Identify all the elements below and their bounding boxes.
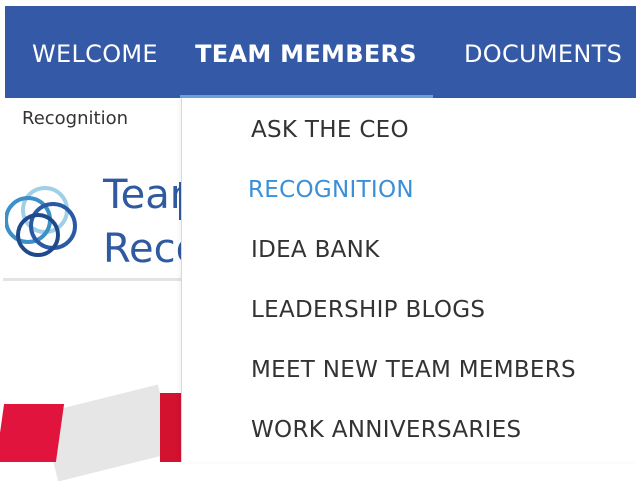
menu-item-ask-the-ceo[interactable]: ASK THE CEO [251,117,409,143]
hero-image-red-fragment-right [160,393,182,462]
hero-image-red-fragment [0,404,65,462]
nav-item-team-members[interactable]: TEAM MEMBERS [180,6,432,98]
page-title-line-1: Tean [103,172,181,218]
nav-item-documents[interactable]: DOCUMENTS [464,6,622,98]
menu-item-idea-bank[interactable]: IDEA BANK [251,237,380,263]
content-divider [3,278,181,281]
logo-icon [5,186,77,257]
team-members-dropdown-menu: ASK THE CEO RECOGNITION IDEA BANK LEADER… [181,98,636,462]
nav-item-welcome[interactable]: WELCOME [32,6,158,98]
page-title: Tean Reco [103,168,181,276]
hero-image-fragment [41,384,175,481]
menu-item-leadership-blogs[interactable]: LEADERSHIP BLOGS [251,297,485,323]
menu-item-work-anniversaries[interactable]: WORK ANNIVERSARIES [251,417,521,443]
breadcrumb[interactable]: Recognition [22,108,128,129]
top-navigation-bar: WELCOME TEAM MEMBERS DOCUMENTS [5,6,636,98]
menu-item-meet-new-team-members[interactable]: MEET NEW TEAM MEMBERS [251,357,576,383]
menu-item-recognition[interactable]: RECOGNITION [248,177,414,203]
page-title-line-2: Reco [103,226,181,272]
